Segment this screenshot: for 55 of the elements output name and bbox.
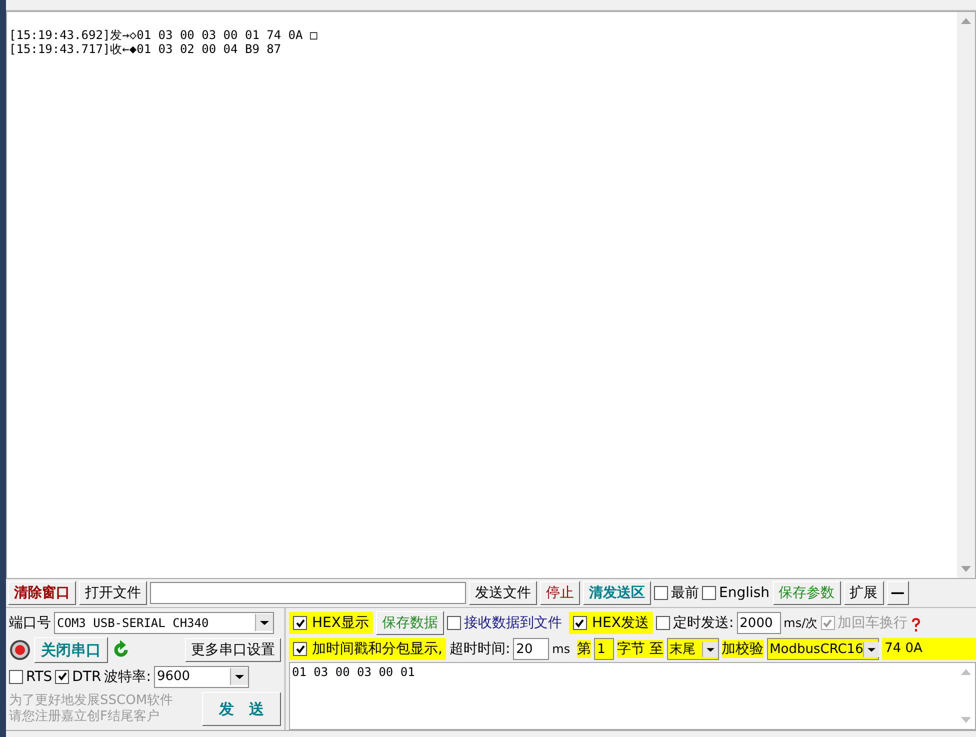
baud-rate-dropdown[interactable]: 9600 bbox=[154, 666, 249, 688]
expand-button[interactable]: 扩展 bbox=[844, 581, 884, 605]
minimize-button[interactable]: — bbox=[886, 581, 909, 605]
interval-unit: ms/次 bbox=[784, 614, 818, 632]
from-byte-field[interactable]: 1 bbox=[594, 638, 614, 660]
send-text: 01 03 00 03 00 01 bbox=[291, 664, 416, 681]
log-line: [15:19:43.717]收←◆01 03 02 00 04 B9 87 bbox=[9, 42, 282, 56]
byte-to-label: 字节 至 bbox=[617, 640, 664, 658]
checkbox-label: 加时间戳和分包显示, bbox=[312, 640, 442, 658]
log-line: [15:19:43.692]发→◇01 03 00 03 00 01 74 0A □ bbox=[9, 28, 318, 42]
timeout-unit: ms bbox=[552, 642, 570, 656]
end-dropdown[interactable]: 末尾 bbox=[666, 638, 719, 660]
checkbox-label: DTR bbox=[72, 668, 102, 685]
file-path-field[interactable] bbox=[150, 582, 466, 604]
checkbox[interactable] bbox=[654, 586, 668, 600]
send-input-area[interactable]: 01 03 00 03 00 01 bbox=[289, 662, 976, 730]
checkbox[interactable] bbox=[55, 670, 70, 684]
promo-text: 为了更好地发展SSCOM软件 bbox=[9, 693, 174, 709]
port-label: 端口号 bbox=[9, 614, 51, 632]
checkbox-label: HEX显示 bbox=[312, 614, 369, 632]
timeout-field[interactable]: 20 bbox=[513, 638, 550, 660]
timeout-label: 超时时间: bbox=[449, 640, 510, 658]
checkbox[interactable] bbox=[293, 616, 307, 630]
checkbox-label: English bbox=[719, 585, 770, 601]
from-label: 第 bbox=[577, 640, 592, 658]
checkbox-label: HEX发送 bbox=[592, 614, 649, 632]
checkbox-label: 定时发送: bbox=[672, 614, 734, 632]
more-port-settings-button[interactable]: 更多串口设置 bbox=[185, 638, 281, 662]
checkbox-label: 接收数据到文件 bbox=[464, 614, 562, 632]
checkbox[interactable] bbox=[293, 642, 307, 656]
checkbox[interactable] bbox=[702, 586, 716, 600]
port-dropdown[interactable]: COM3 USB-SERIAL CH340 bbox=[54, 612, 274, 634]
stop-button[interactable]: 停止 bbox=[540, 581, 580, 605]
clear-window-button[interactable]: 清除窗口 bbox=[8, 581, 76, 605]
close-port-button[interactable]: 关闭串口 bbox=[34, 636, 108, 663]
interval-field[interactable]: 2000 bbox=[736, 612, 781, 634]
clear-send-button[interactable]: 清发送区 bbox=[583, 581, 651, 605]
checkbox-label: 最前 bbox=[671, 584, 699, 602]
promo-text: 请您注册嘉立创F结尾客户 bbox=[9, 709, 160, 726]
help-icon[interactable] bbox=[910, 618, 921, 632]
checkbox-label: RTS bbox=[26, 668, 52, 685]
baud-rate-label: 波特率: bbox=[104, 668, 151, 686]
open-file-button[interactable]: 打开文件 bbox=[79, 581, 147, 605]
send-file-button[interactable]: 发送文件 bbox=[469, 581, 537, 605]
save-data-button[interactable]: 保存数据 bbox=[376, 611, 444, 635]
checkbox[interactable] bbox=[656, 616, 670, 630]
checkbox-label: 加回车换行 bbox=[838, 614, 908, 632]
checksum-label: 加校验 bbox=[722, 640, 764, 658]
checkbox[interactable] bbox=[446, 616, 461, 630]
checksum-dropdown[interactable]: ModbusCRC16 bbox=[766, 638, 879, 660]
checksum-result: 74 0A bbox=[882, 638, 976, 660]
save-params-button[interactable]: 保存参数 bbox=[772, 581, 841, 605]
checkbox[interactable] bbox=[9, 670, 23, 684]
checkbox[interactable] bbox=[572, 616, 587, 630]
send-button[interactable]: 发 送 bbox=[202, 692, 281, 726]
